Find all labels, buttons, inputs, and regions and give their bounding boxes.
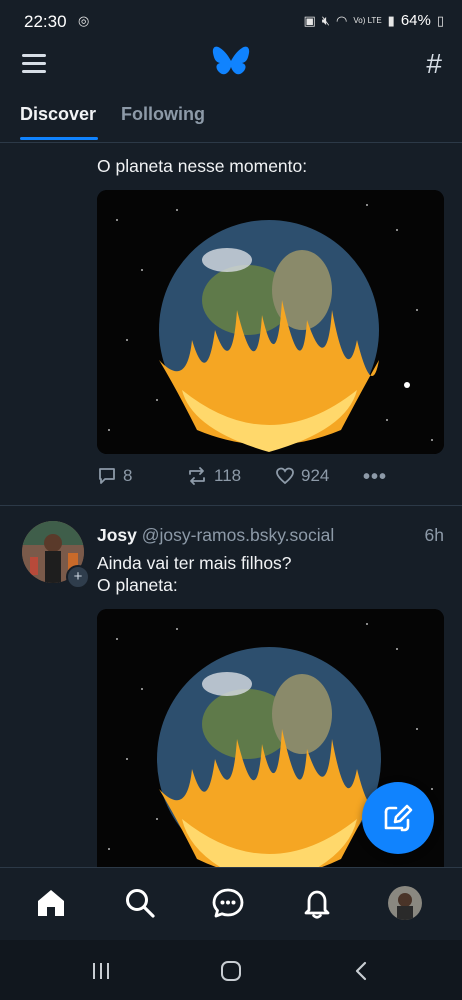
signal-icon: ▮ bbox=[387, 12, 395, 28]
battery-percent: 64% bbox=[400, 12, 431, 29]
status-time: 22:30 bbox=[24, 12, 67, 31]
repost-icon bbox=[189, 467, 205, 485]
compose-button[interactable] bbox=[362, 782, 434, 854]
recent-apps-icon[interactable] bbox=[90, 962, 112, 980]
reply-count: 8 bbox=[123, 466, 133, 485]
tab-following[interactable]: Following bbox=[121, 104, 205, 125]
like-button[interactable]: 924 bbox=[275, 466, 329, 486]
follow-plus-icon[interactable]: + bbox=[66, 565, 90, 589]
status-icons: ▣ 🔇︎ ◠ Vo) LTE ▮ 64% ▯ bbox=[304, 12, 445, 29]
chat-icon[interactable] bbox=[211, 886, 245, 920]
wifi-icon: ◠ bbox=[336, 12, 348, 28]
system-navigation-bar bbox=[0, 940, 462, 1000]
reply-button[interactable]: 8 bbox=[97, 466, 132, 486]
volte-label: Vo) LTE bbox=[353, 15, 382, 25]
post-image[interactable] bbox=[97, 190, 444, 454]
repost-count: 118 bbox=[214, 466, 242, 485]
tab-discover[interactable]: Discover bbox=[20, 104, 96, 125]
post-divider bbox=[0, 505, 462, 506]
repost-button[interactable]: 118 bbox=[186, 466, 241, 486]
instagram-notification-icon: ◎ bbox=[78, 13, 90, 28]
active-tab-indicator bbox=[20, 137, 98, 140]
compose-pencil-icon bbox=[384, 804, 413, 832]
post-handle[interactable]: @josy-ramos.bsky.social bbox=[142, 525, 334, 545]
notifications-icon[interactable] bbox=[300, 886, 334, 920]
more-options-icon[interactable]: ••• bbox=[363, 466, 387, 489]
menu-icon[interactable] bbox=[22, 52, 48, 74]
profile-avatar-image bbox=[388, 886, 422, 920]
post-timestamp: 6h bbox=[424, 525, 444, 545]
profile-avatar[interactable] bbox=[388, 886, 422, 920]
like-count: 924 bbox=[301, 466, 330, 485]
heart-icon bbox=[276, 467, 294, 485]
mute-icon: 🔇︎ bbox=[321, 12, 330, 28]
post-text-line: Ainda vai ter mais filhos? bbox=[97, 553, 292, 573]
home-button-icon[interactable] bbox=[220, 961, 242, 981]
feed[interactable]: O planeta nesse momento: 8 118 924 ••• +… bbox=[0, 143, 462, 867]
feeds-hashtag-icon[interactable]: # bbox=[426, 48, 442, 80]
app-header: # bbox=[0, 44, 462, 84]
burning-earth-image bbox=[97, 190, 444, 454]
status-bar: 22:30 ◎ ▣ 🔇︎ ◠ Vo) LTE ▮ 64% ▯ bbox=[0, 0, 462, 44]
bluesky-butterfly-logo-icon[interactable] bbox=[212, 46, 250, 80]
post-actions: 8 118 924 ••• bbox=[97, 466, 444, 490]
post-header: Josy @josy-ramos.bsky.social bbox=[97, 525, 334, 546]
reply-icon bbox=[99, 468, 115, 484]
home-icon[interactable] bbox=[34, 886, 68, 920]
post-text-line: O planeta: bbox=[97, 575, 178, 595]
battery-icon: ▯ bbox=[436, 12, 444, 28]
post-text: O planeta nesse momento: bbox=[97, 156, 308, 176]
search-icon[interactable] bbox=[123, 886, 157, 920]
bottom-navigation bbox=[0, 867, 462, 941]
battery-saver-icon: ▣ bbox=[303, 12, 316, 28]
back-icon[interactable] bbox=[352, 961, 370, 981]
post-author[interactable]: Josy bbox=[97, 525, 137, 545]
feed-tabs: Discover Following bbox=[0, 94, 462, 143]
